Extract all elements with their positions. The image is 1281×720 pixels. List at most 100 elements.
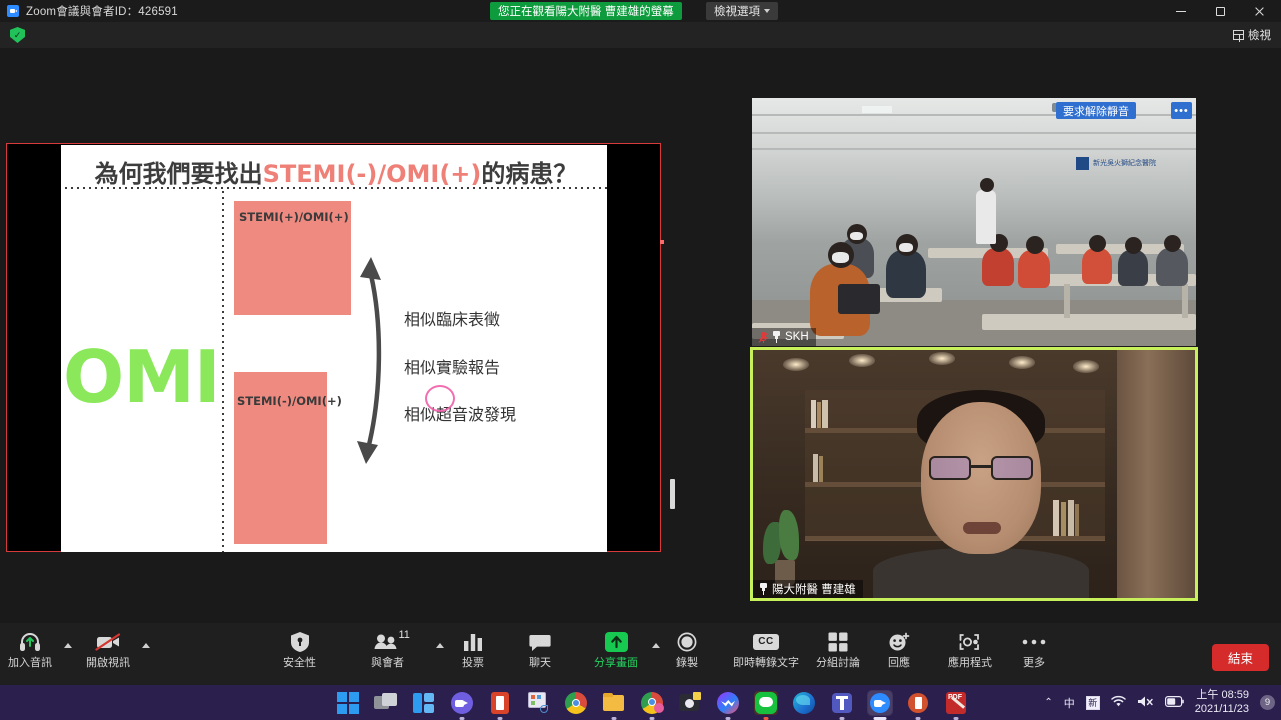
more-ellipsis-icon <box>1022 631 1046 653</box>
security-button[interactable]: 安全性 <box>283 631 316 679</box>
share-caret-up-icon[interactable] <box>652 643 660 648</box>
office-icon[interactable] <box>488 691 512 715</box>
zoom-icon <box>7 5 19 17</box>
file-explorer-icon[interactable] <box>602 691 626 715</box>
participants-button[interactable]: 11 與會者 <box>371 631 404 679</box>
widgets-icon[interactable] <box>412 691 436 715</box>
video-tile-active-speaker[interactable]: 陽大附醫 曹建雄 <box>750 347 1198 601</box>
speaker-mouth <box>963 522 1001 534</box>
task-view-icon[interactable] <box>374 691 398 715</box>
view-button-label: 檢視 <box>1248 27 1271 43</box>
battery-icon[interactable] <box>1165 696 1184 710</box>
minimize-button[interactable] <box>1161 0 1201 22</box>
screen-share-banner: 您正在觀看陽大附醫 曹建雄的螢幕 <box>490 2 682 20</box>
ime-mode-indicator[interactable]: 新 <box>1086 696 1100 710</box>
camera-app-icon[interactable] <box>678 691 702 715</box>
polls-label: 投票 <box>462 658 484 669</box>
shared-content-frame: 為何我們要找出STEMI(-)/OMI(+)的病患？ OMI STEMI(+)/… <box>6 143 661 552</box>
slide-title: 為何我們要找出STEMI(-)/OMI(+)的病患？ <box>71 154 601 189</box>
chat-label: 聊天 <box>529 658 551 669</box>
clock-date: 2021/11/23 <box>1195 703 1249 717</box>
security-label: 安全性 <box>283 658 316 669</box>
show-hidden-icons-icon[interactable]: ⌃ <box>1044 697 1052 708</box>
slide-bar-top-label: STEMI(+)/OMI(+) <box>239 210 349 224</box>
share-resize-grip[interactable] <box>670 479 675 509</box>
maximize-button[interactable] <box>1200 0 1240 22</box>
closed-caption-icon: CC <box>753 631 779 653</box>
wifi-icon[interactable] <box>1111 695 1126 710</box>
pdf-editor-icon[interactable]: PDF <box>944 691 968 715</box>
start-video-button[interactable]: 開啟視訊 <box>86 631 130 679</box>
join-audio-button[interactable]: 加入音訊 <box>8 631 52 679</box>
view-layout-button[interactable]: 檢視 <box>1233 26 1271 44</box>
curtain <box>1117 350 1195 598</box>
more-button[interactable]: 更多 <box>1022 631 1046 679</box>
snipping-tool-icon[interactable] <box>526 691 550 715</box>
slide-title-highlight: STEMI(-)/OMI(+) <box>263 160 482 188</box>
live-transcript-label: 即時轉錄文字 <box>733 658 799 669</box>
slide-big-label: OMI <box>63 341 220 413</box>
breakout-rooms-grid-icon <box>828 631 848 653</box>
slide-similar-line-1: 相似臨床表徵 <box>404 306 500 330</box>
breakout-rooms-label: 分組討論 <box>816 658 860 669</box>
slide-title-suffix: 的病患？ <box>481 160 577 188</box>
clock[interactable]: 上午 08:59 2021/11/23 <box>1195 689 1249 717</box>
hospital-logo-text: 新光吳火獅紀念醫院 <box>1093 158 1156 168</box>
video-top-name-bar: SKH <box>752 328 816 346</box>
meeting-sub-bar: 檢視 <box>0 22 1281 48</box>
clock-time: 上午 08:59 <box>1196 689 1249 703</box>
chrome-profile-icon[interactable] <box>640 691 664 715</box>
pin-icon <box>772 331 781 343</box>
windows-start-icon[interactable] <box>336 691 360 715</box>
live-transcript-button[interactable]: CC 即時轉錄文字 <box>733 631 799 679</box>
powerpoint-icon[interactable] <box>906 691 930 715</box>
messenger-icon[interactable] <box>716 691 740 715</box>
taskbar-icon-group: PDF <box>336 685 968 720</box>
green-shield-check-icon[interactable] <box>10 27 25 43</box>
participants-caret-up-icon[interactable] <box>436 643 444 648</box>
video-top-participant-name: SKH <box>785 331 809 343</box>
participants-label: 與會者 <box>371 658 404 669</box>
chrome-icon[interactable] <box>564 691 588 715</box>
record-button[interactable]: 錄製 <box>676 631 698 679</box>
reactions-button[interactable]: 回應 <box>888 631 910 679</box>
zoom-active-icon[interactable] <box>868 691 892 715</box>
video-caret-up-icon[interactable] <box>142 643 150 648</box>
video-tile-room[interactable]: 新光吳火獅紀念醫院 <box>752 98 1196 346</box>
line-icon[interactable] <box>754 691 778 715</box>
slide-title-prefix: 為何我們要找出 <box>95 160 263 188</box>
annotation-circle <box>425 385 455 412</box>
join-audio-caret-up-icon[interactable] <box>64 643 72 648</box>
teams-icon[interactable] <box>830 691 854 715</box>
minimize-icon <box>1176 11 1186 12</box>
more-label: 更多 <box>1023 658 1045 669</box>
share-screen-button[interactable]: 分享畫面 <box>594 631 638 679</box>
shared-screen-stage: 為何我們要找出STEMI(-)/OMI(+)的病患？ OMI STEMI(+)/… <box>0 48 740 623</box>
start-video-label: 開啟視訊 <box>86 658 130 669</box>
volume-muted-icon[interactable] <box>1137 695 1154 711</box>
room-video-image: 新光吳火獅紀念醫院 <box>752 98 1196 346</box>
close-button[interactable] <box>1239 0 1279 22</box>
presentation-slide: 為何我們要找出STEMI(-)/OMI(+)的病患？ OMI STEMI(+)/… <box>61 145 607 552</box>
breakout-rooms-button[interactable]: 分組討論 <box>816 631 860 679</box>
restore-icon <box>1216 7 1225 16</box>
apps-icon <box>959 631 981 653</box>
ask-to-unmute-label: 要求解除靜音 <box>1063 103 1129 119</box>
share-screen-label: 分享畫面 <box>594 658 638 669</box>
notification-badge[interactable]: 9 <box>1260 695 1275 710</box>
slide-vertical-divider <box>222 189 224 552</box>
video-bottom-name-bar: 陽大附醫 曹建雄 <box>753 580 863 598</box>
end-meeting-button[interactable]: 結束 <box>1212 644 1269 671</box>
edge-icon[interactable] <box>792 691 816 715</box>
chat-button[interactable]: 聊天 <box>529 631 551 679</box>
slide-bar-bottom-label: STEMI(-)/OMI(+) <box>237 394 342 408</box>
zoom-app-icon[interactable] <box>450 691 474 715</box>
polls-button[interactable]: 投票 <box>462 631 484 679</box>
ask-to-unmute-button[interactable]: 要求解除靜音 <box>1056 102 1136 119</box>
video-more-options-button[interactable]: ••• <box>1171 102 1192 119</box>
view-options-button[interactable]: 檢視選項 <box>706 2 778 20</box>
chevron-down-icon <box>764 9 770 13</box>
apps-button[interactable]: 應用程式 <box>948 631 992 679</box>
window-title: Zoom會議與會者ID：426591 <box>26 3 178 19</box>
ime-language-indicator[interactable]: 中 <box>1064 695 1075 711</box>
